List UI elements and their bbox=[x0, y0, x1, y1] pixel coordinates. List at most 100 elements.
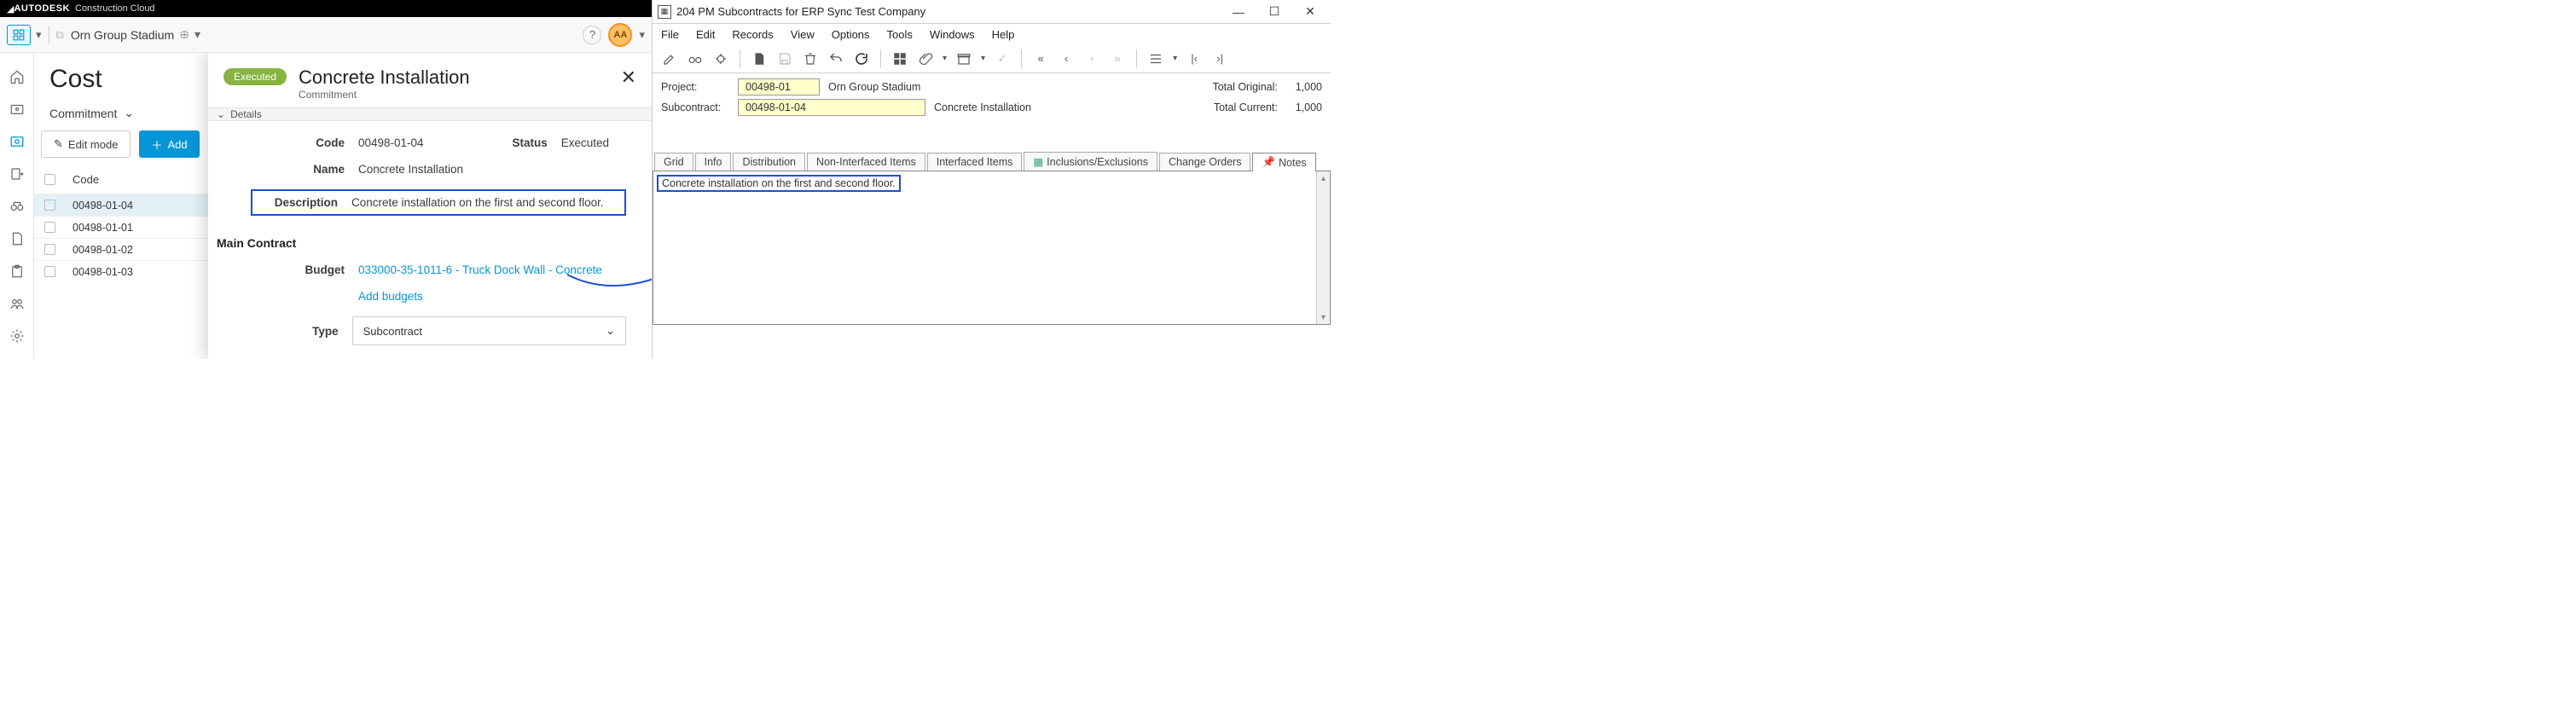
select-all-checkbox[interactable] bbox=[44, 174, 55, 185]
user-avatar[interactable]: AA bbox=[608, 23, 632, 47]
bug-icon[interactable] bbox=[712, 50, 729, 67]
details-accordion-header[interactable]: ⌄ Details bbox=[208, 107, 652, 121]
acc-topbar: ▾ ⧉ Orn Group Stadium ⊕ ▾ ? AA ▾ bbox=[0, 17, 652, 53]
menu-bar: File Edit Records View Options Tools Win… bbox=[653, 24, 1331, 44]
tab-distribution[interactable]: Distribution bbox=[733, 153, 805, 171]
minimize-button[interactable]: — bbox=[1223, 3, 1254, 20]
scroll-down-icon[interactable]: ▾ bbox=[1317, 310, 1330, 324]
first-page-icon[interactable]: « bbox=[1032, 50, 1049, 67]
budget-link[interactable]: 033000-35-1011-6 - Truck Dock Wall - Con… bbox=[358, 263, 602, 276]
next-page-icon[interactable]: › bbox=[1083, 50, 1100, 67]
subcontract-id-field[interactable]: 00498-01-04 bbox=[738, 99, 925, 116]
type-select[interactable]: Subcontract ⌄ bbox=[352, 316, 626, 345]
nav-cost-icon[interactable] bbox=[9, 133, 26, 150]
add-budgets-link[interactable]: Add budgets bbox=[358, 290, 423, 303]
menu-help[interactable]: Help bbox=[992, 28, 1015, 41]
tab-inclusions[interactable]: ▦Inclusions/Exclusions bbox=[1024, 152, 1157, 171]
tab-changeorders[interactable]: Change Orders bbox=[1159, 153, 1250, 171]
tab-info[interactable]: Info bbox=[695, 153, 732, 171]
archive-icon[interactable] bbox=[955, 50, 972, 67]
label-subcontract: Subcontract: bbox=[661, 101, 729, 113]
nav-members-icon[interactable] bbox=[9, 295, 26, 312]
row-checkbox[interactable] bbox=[44, 244, 55, 255]
nav-projects-icon[interactable] bbox=[9, 101, 26, 118]
edit-mode-button[interactable]: ✎ Edit mode bbox=[41, 130, 131, 158]
chevron-down-icon: ⌄ bbox=[217, 108, 225, 120]
product-text: Construction Cloud bbox=[75, 3, 155, 14]
label-name: Name bbox=[259, 163, 345, 176]
chevron-down-icon[interactable]: ▾ bbox=[943, 54, 947, 63]
project-id-field[interactable]: 00498-01 bbox=[738, 78, 820, 96]
chevron-down-icon[interactable]: ▾ bbox=[36, 28, 42, 42]
label-total-current: Total Current: bbox=[1214, 101, 1278, 113]
globe-icon: ⊕ bbox=[179, 27, 189, 42]
menu-file[interactable]: File bbox=[661, 28, 679, 41]
row-checkbox[interactable] bbox=[44, 266, 55, 277]
close-button[interactable]: ✕ bbox=[621, 67, 636, 89]
spellcheck-icon[interactable]: ✓ bbox=[994, 50, 1011, 67]
nav-file-icon[interactable] bbox=[9, 230, 26, 247]
column-code[interactable]: Code bbox=[73, 173, 99, 186]
value-name: Concrete Installation bbox=[358, 163, 463, 176]
home-button[interactable] bbox=[7, 25, 31, 45]
close-button[interactable]: ✕ bbox=[1295, 3, 1326, 20]
chevron-down-icon[interactable]: ▾ bbox=[1173, 54, 1177, 63]
label-budget: Budget bbox=[259, 263, 345, 276]
row-checkbox[interactable] bbox=[44, 222, 55, 233]
notes-panel[interactable]: Concrete installation on the first and s… bbox=[653, 171, 1331, 325]
add-button[interactable]: ＋ Add bbox=[139, 130, 199, 158]
new-file-icon[interactable] bbox=[751, 50, 768, 67]
erp-tab-strip: Grid Info Distribution Non-Interfaced It… bbox=[653, 152, 1331, 171]
delete-icon[interactable] bbox=[802, 50, 819, 67]
label-code: Code bbox=[259, 136, 345, 149]
pin-icon: 📌 bbox=[1262, 156, 1275, 169]
nav-home-icon[interactable] bbox=[9, 68, 26, 85]
undo-icon[interactable] bbox=[827, 50, 844, 67]
project-name-text: Orn Group Stadium bbox=[828, 81, 920, 93]
menu-records[interactable]: Records bbox=[732, 28, 773, 41]
row-checkbox[interactable] bbox=[44, 200, 55, 211]
go-last-icon[interactable]: ›| bbox=[1211, 50, 1228, 67]
value-total-current: 1,000 bbox=[1296, 101, 1322, 113]
grid-view-icon[interactable] bbox=[891, 50, 908, 67]
vertical-scrollbar[interactable]: ▴ ▾ bbox=[1316, 171, 1330, 324]
tab-notes[interactable]: 📌Notes bbox=[1252, 153, 1315, 171]
nav-binoculars-icon[interactable] bbox=[9, 198, 26, 215]
last-page-icon[interactable]: » bbox=[1109, 50, 1126, 67]
save-icon[interactable] bbox=[776, 50, 793, 67]
tab-noninterfaced[interactable]: Non-Interfaced Items bbox=[807, 153, 925, 171]
edit-icon[interactable] bbox=[661, 50, 678, 67]
nav-export-icon[interactable] bbox=[9, 165, 26, 182]
scroll-up-icon[interactable]: ▴ bbox=[1317, 171, 1330, 185]
maximize-button[interactable]: ☐ bbox=[1259, 3, 1290, 20]
prev-page-icon[interactable]: ‹ bbox=[1058, 50, 1075, 67]
project-switcher[interactable]: Orn Group Stadium ⊕ ▾ bbox=[71, 27, 200, 42]
acc-global-header: ◢ AUTODESK Construction Cloud bbox=[0, 0, 652, 17]
menu-options[interactable]: Options bbox=[832, 28, 870, 41]
binoculars-icon[interactable] bbox=[687, 50, 704, 67]
plus-icon: ＋ bbox=[151, 136, 162, 153]
row-code: 00498-01-03 bbox=[73, 266, 133, 278]
autodesk-logo-icon: ◢ bbox=[7, 3, 14, 14]
value-description: Concrete installation on the first and s… bbox=[351, 196, 604, 209]
chevron-down-icon[interactable]: ▾ bbox=[639, 28, 645, 42]
erp-titlebar: ▦ 204 PM Subcontracts for ERP Sync Test … bbox=[653, 0, 1331, 24]
refresh-icon[interactable] bbox=[853, 50, 870, 67]
chevron-down-icon[interactable]: ▾ bbox=[981, 54, 985, 63]
go-first-icon[interactable]: |‹ bbox=[1186, 50, 1203, 67]
tab-interfaced[interactable]: Interfaced Items bbox=[927, 153, 1023, 171]
nav-settings-icon[interactable] bbox=[9, 327, 26, 345]
menu-view[interactable]: View bbox=[791, 28, 815, 41]
section-main-contract: Main Contract bbox=[217, 236, 626, 250]
tab-grid[interactable]: Grid bbox=[654, 153, 693, 171]
nav-clipboard-icon[interactable] bbox=[9, 263, 26, 280]
menu-windows[interactable]: Windows bbox=[930, 28, 975, 41]
value-total-original: 1,000 bbox=[1296, 81, 1322, 93]
menu-edit[interactable]: Edit bbox=[696, 28, 715, 41]
help-button[interactable]: ? bbox=[583, 26, 601, 44]
menu-tools[interactable]: Tools bbox=[887, 28, 913, 41]
list-icon[interactable] bbox=[1147, 50, 1164, 67]
attach-icon[interactable] bbox=[917, 50, 934, 67]
window-title: 204 PM Subcontracts for ERP Sync Test Co… bbox=[676, 5, 1218, 18]
link-icon[interactable]: ⧉ bbox=[56, 28, 64, 42]
